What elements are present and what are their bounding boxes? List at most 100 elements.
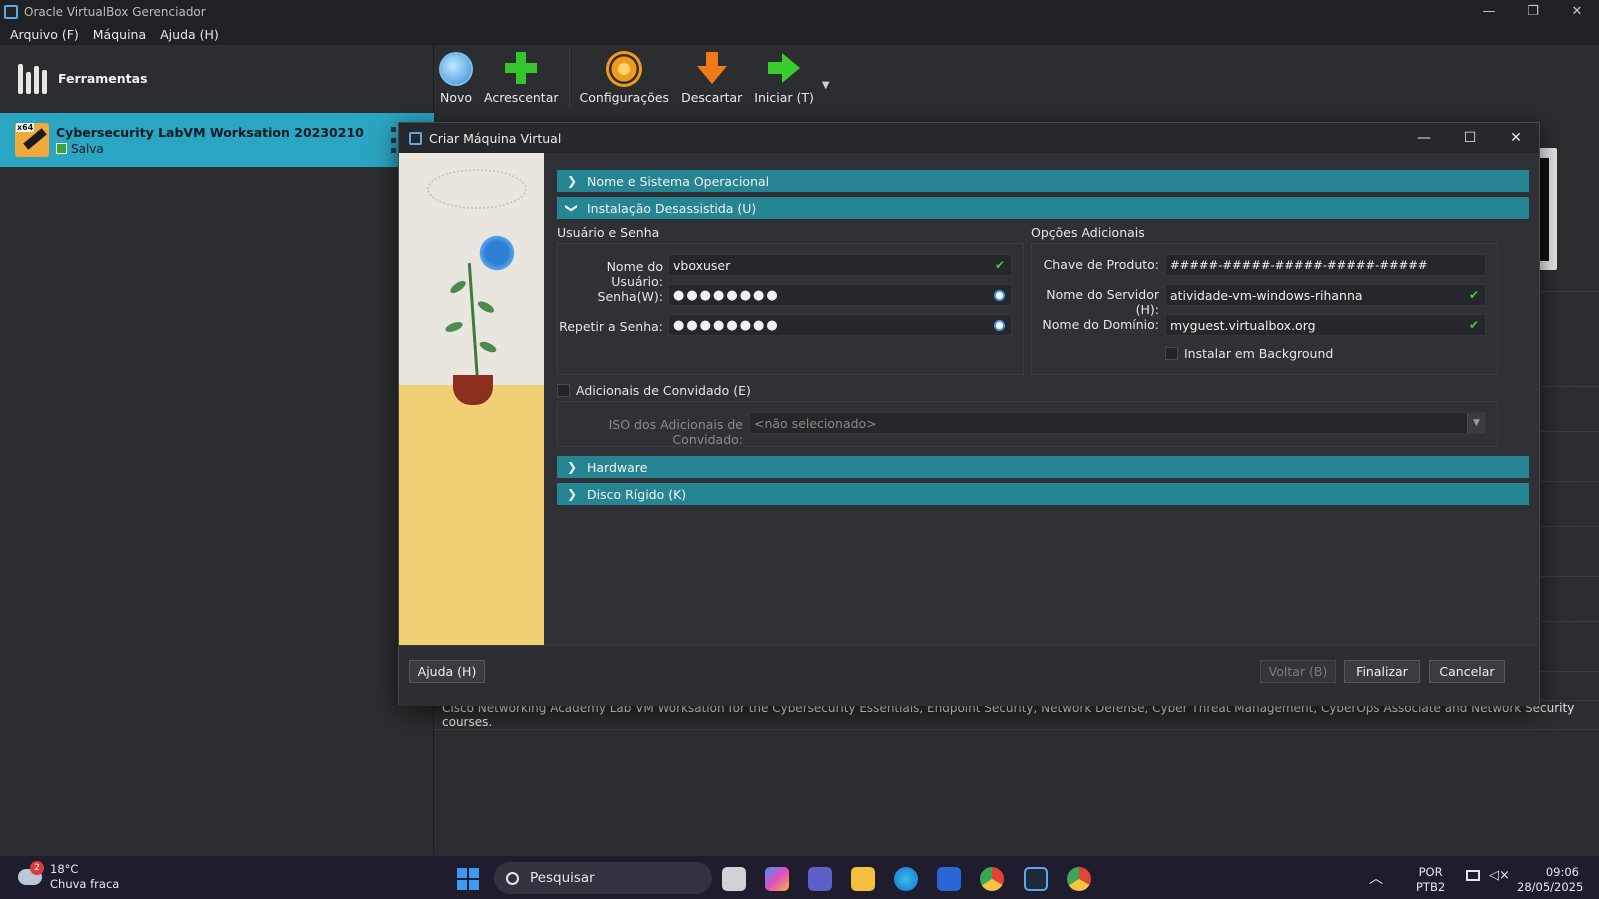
network-icon[interactable] (1466, 870, 1480, 881)
tools-icon (18, 62, 48, 94)
notification-badge: 2 (30, 861, 44, 875)
vm-list-pane: Ferramentas x64 Cybersecurity LabVM Work… (0, 45, 434, 855)
vm-os-icon: x64 (15, 123, 49, 157)
toolbar-separator (568, 48, 570, 108)
restore-button[interactable]: ❐ (1511, 0, 1555, 23)
dialog-title: Criar Máquina Virtual (429, 130, 562, 146)
repeat-password-label: Repetir a Senha: (559, 319, 663, 334)
domain-field[interactable]: myguest.virtualbox.org ✔ (1165, 314, 1486, 336)
show-password-icon[interactable] (994, 320, 1005, 331)
cancel-button[interactable]: Cancelar (1429, 660, 1505, 683)
dialog-maximize-button[interactable]: ☐ (1447, 123, 1493, 153)
copilot-icon[interactable] (765, 867, 789, 891)
start-button[interactable]: Iniciar (T) (748, 45, 820, 111)
help-button[interactable]: Ajuda (H) (409, 660, 485, 683)
password-value: ●●●●●●●● (673, 287, 780, 303)
keyboard-layout: PTB2 (1416, 880, 1446, 894)
virtualbox-taskbar-icon[interactable] (1024, 867, 1048, 891)
section-disk[interactable]: ❯ Disco Rígido (K) (557, 483, 1529, 505)
teams-icon[interactable] (808, 867, 832, 891)
gear-icon (609, 54, 640, 84)
minimize-button[interactable]: — (1467, 0, 1511, 23)
chrome-icon[interactable] (980, 867, 1004, 891)
file-explorer-icon[interactable] (851, 867, 875, 891)
menu-bar: Arquivo (F) Máquina Ajuda (H) (0, 23, 1599, 45)
start-label: Iniciar (T) (754, 90, 814, 105)
show-password-icon[interactable] (994, 290, 1005, 301)
task-view-icon[interactable] (722, 867, 746, 891)
vm-list-item[interactable]: x64 Cybersecurity LabVM Worksation 20230… (0, 113, 434, 167)
start-dropdown-icon[interactable]: ▼ (822, 80, 830, 91)
repeat-password-value: ●●●●●●●● (673, 317, 780, 333)
product-key-field[interactable]: #####-#####-#####-#####-##### (1165, 254, 1486, 276)
windows-start-icon[interactable] (457, 868, 479, 890)
saved-state-icon (56, 143, 67, 154)
window-controls: — ❐ ✕ (1467, 0, 1599, 23)
create-vm-dialog: Criar Máquina Virtual — ☐ ✕ ❯ Nome e Sis… (398, 122, 1540, 706)
hostname-field[interactable]: atividade-vm-windows-rihanna ✔ (1165, 284, 1486, 306)
vm-state: Salva (56, 142, 364, 156)
chevron-right-icon: ❯ (567, 174, 578, 188)
back-button[interactable]: Voltar (B) (1260, 660, 1336, 683)
close-button[interactable]: ✕ (1555, 0, 1599, 23)
dialog-footer: Ajuda (H) Voltar (B) Finalizar Cancelar (399, 645, 1539, 706)
virtualbox-icon (409, 131, 422, 145)
dialog-minimize-button[interactable]: — (1401, 123, 1447, 153)
weather-widget[interactable]: 2 18°C Chuva fraca (18, 861, 120, 892)
menu-ajuda[interactable]: Ajuda (H) (160, 27, 219, 42)
window-title: Oracle VirtualBox Gerenciador (24, 4, 206, 19)
date: 28/05/2025 (1517, 880, 1584, 894)
dialog-window-controls: — ☐ ✕ (1401, 123, 1539, 153)
temperature: 18°C (50, 862, 79, 876)
chrome-profile-icon[interactable] (1067, 867, 1091, 891)
dialog-titlebar: Criar Máquina Virtual — ☐ ✕ (399, 123, 1539, 153)
menu-arquivo[interactable]: Arquivo (F) (10, 27, 79, 42)
chevron-right-icon: ❯ (567, 460, 578, 474)
guest-additions-checkbox[interactable] (557, 384, 570, 397)
virtualbox-icon (4, 4, 18, 19)
product-key-label: Chave de Produto: (1043, 257, 1159, 272)
section-name-os[interactable]: ❯ Nome e Sistema Operacional (557, 170, 1529, 192)
username-value: vboxuser (673, 257, 731, 273)
add-button[interactable]: Acrescentar (478, 45, 564, 111)
chevron-up-icon[interactable]: ︿ (1369, 868, 1383, 888)
install-background-checkbox[interactable] (1165, 347, 1178, 360)
finish-button[interactable]: Finalizar (1344, 660, 1420, 683)
chevron-down-icon[interactable]: ▼ (1467, 413, 1485, 433)
store-icon[interactable] (937, 867, 961, 891)
settings-label: Configurações (579, 90, 670, 105)
check-icon: ✔ (1468, 318, 1479, 332)
flower-icon (477, 233, 517, 273)
password-field[interactable]: ●●●●●●●● (668, 284, 1012, 306)
time: 09:06 (1545, 865, 1579, 879)
iso-value: <não selecionado> (754, 415, 877, 431)
menu-maquina[interactable]: Máquina (93, 27, 146, 42)
edge-icon[interactable] (894, 867, 918, 891)
new-button[interactable]: Novo (434, 45, 478, 111)
iso-label: ISO dos Adicionais de Convidado: (608, 417, 743, 447)
weather-condition: Chuva fraca (50, 877, 120, 891)
add-icon (505, 52, 538, 84)
username-field[interactable]: vboxuser ✔ (668, 254, 1012, 276)
guest-additions-label: Adicionais de Convidado (E) (576, 383, 751, 398)
vm-name: Cybersecurity LabVM Worksation 20230210 (56, 124, 364, 140)
iso-select[interactable]: <não selecionado> ▼ (749, 412, 1486, 434)
section-hardware[interactable]: ❯ Hardware (557, 456, 1529, 478)
os-badge: x64 (16, 123, 35, 132)
repeat-password-field[interactable]: ●●●●●●●● (668, 314, 1012, 336)
rain-cloud-icon: 2 (18, 861, 44, 885)
dialog-close-button[interactable]: ✕ (1493, 123, 1539, 153)
clock[interactable]: 09:06 28/05/2025 (1517, 865, 1584, 895)
wizard-illustration (399, 153, 544, 645)
taskbar-search[interactable]: Pesquisar (494, 862, 712, 894)
language-indicator[interactable]: POR PTB2 (1416, 865, 1445, 895)
vm-state-label: Salva (71, 141, 104, 156)
tools-item[interactable]: Ferramentas (0, 45, 434, 111)
speaker-muted-icon[interactable]: ◁× (1489, 868, 1510, 883)
discard-button[interactable]: Descartar (675, 45, 748, 111)
start-arrow-icon (768, 52, 801, 84)
vm-menu-icon[interactable] (391, 127, 396, 153)
section-unattended[interactable]: ❯ Instalação Desassistida (U) (557, 197, 1529, 219)
settings-button[interactable]: Configurações (574, 45, 676, 111)
discard-arrow-icon (696, 52, 727, 84)
